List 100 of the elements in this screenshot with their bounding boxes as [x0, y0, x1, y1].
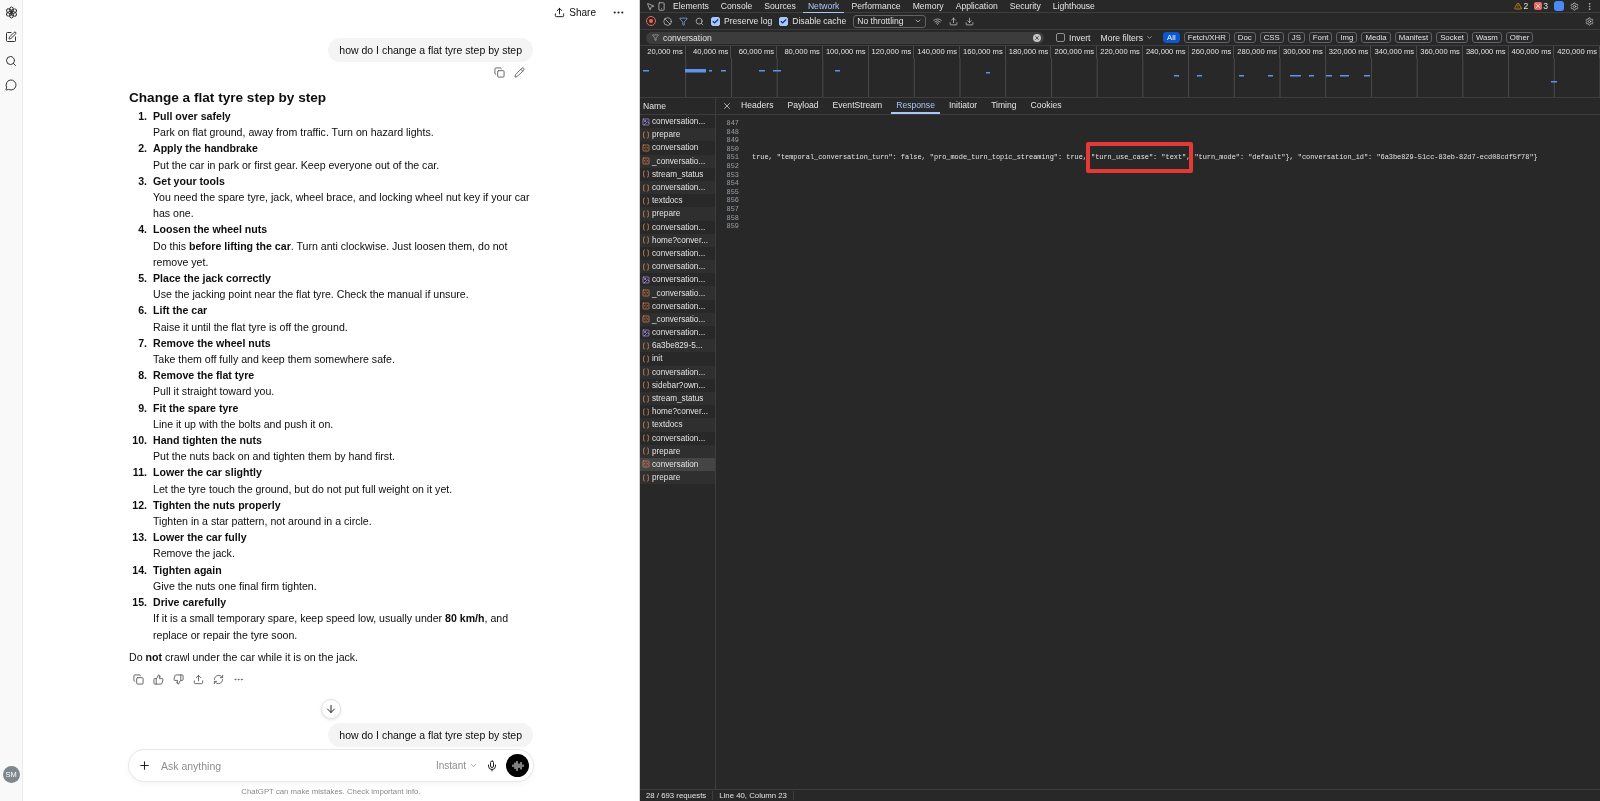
braces-icon	[642, 262, 650, 271]
model-selector[interactable]: Instant	[435, 760, 478, 771]
user-message: how do I change a flat tyre step by step	[328, 723, 533, 747]
message-input[interactable]: Ask anything	[159, 758, 428, 773]
request-row[interactable]: prepare	[640, 471, 715, 485]
request-row[interactable]: prepare	[640, 207, 715, 221]
step-text: Take them off fully and keep them somewhere safe.	[153, 352, 396, 368]
panel-tab[interactable]: Performance	[846, 0, 906, 13]
request-row[interactable]: prepare	[640, 128, 715, 142]
step-title: Remove the wheel nuts	[153, 335, 272, 351]
detail-tab[interactable]: Response	[891, 98, 940, 114]
step-text: Park on flat ground, away from traffic. Turn on hazard lights.	[153, 125, 435, 141]
step-text: Do this before lifting the car. Turn anti clockwise. Just loosen them, do not remove yet.	[153, 238, 509, 270]
edit-icon[interactable]	[514, 67, 525, 78]
inspect-icon[interactable]	[646, 1, 655, 11]
logo-icon[interactable]	[4, 6, 18, 19]
request-row[interactable]: 6a3be829-5...	[640, 339, 715, 353]
filter-input[interactable]: conversation	[663, 32, 1029, 43]
share-icon	[554, 6, 566, 18]
step-title: Tighten the nuts properly	[153, 497, 282, 513]
panel-tab[interactable]: Application	[950, 0, 1003, 13]
braces-icon	[642, 394, 650, 403]
stream-icon	[642, 289, 650, 298]
step-number: 10.	[131, 433, 147, 449]
request-row[interactable]: _conversatio...	[640, 286, 715, 300]
chat-bubble-icon[interactable]	[5, 79, 17, 91]
search-icon[interactable]	[695, 16, 704, 26]
answer-heading: Change a flat tyre step by step	[129, 90, 328, 105]
share-icon[interactable]	[193, 673, 204, 685]
step-text: You need the spare tyre, jack, wheel brace, and locking wheel nut key if your car has one.	[153, 190, 531, 222]
checkbox-label: Disable cache	[792, 16, 847, 26]
upload-icon[interactable]	[948, 16, 958, 26]
request-row[interactable]: conversation...	[640, 260, 715, 274]
chevron-down-icon	[1146, 34, 1153, 41]
filter-icon[interactable]	[679, 16, 688, 26]
document-icon	[642, 275, 650, 284]
more-filters-button[interactable]: More filters	[1094, 32, 1159, 43]
panel-tab[interactable]: Lighthouse	[1047, 0, 1100, 13]
braces-icon	[642, 170, 650, 179]
panel-tab[interactable]: Network	[802, 0, 845, 13]
step-text: Use the jacking point near the flat tyre. Check the manual if unsure.	[153, 287, 470, 303]
close-icon[interactable]	[722, 101, 732, 111]
step-number: 14.	[131, 562, 147, 578]
download-icon[interactable]	[964, 16, 974, 26]
device-icon[interactable]	[657, 1, 666, 11]
step-title: Hand tighten the nuts	[153, 433, 263, 449]
detail-tab[interactable]: Headers	[736, 98, 779, 114]
copy-icon[interactable]	[494, 67, 505, 78]
checkbox-label: Preserve log	[724, 16, 773, 26]
throttling-select[interactable]: No throttling	[853, 14, 926, 28]
step-number: 9.	[137, 400, 147, 416]
stream-icon	[642, 143, 650, 152]
step-title: Tighten again	[153, 562, 223, 578]
search-icon[interactable]	[5, 55, 17, 67]
detail-tab[interactable]: EventStream	[827, 98, 888, 114]
checkbox-label: Invert	[1069, 32, 1091, 43]
scroll-down-button[interactable]	[321, 699, 341, 719]
step-title: Lower the car slightly	[153, 465, 263, 481]
panel-tab[interactable]: Memory	[907, 0, 949, 13]
settings-icon[interactable]	[1570, 1, 1579, 11]
plus-icon[interactable]	[138, 759, 151, 772]
step-title: Remove the flat tyre	[153, 368, 256, 384]
detail-tab[interactable]: Payload	[782, 98, 824, 114]
step-text: Tighten in a star pattern, not around in a circle.	[153, 514, 373, 530]
arrow-down-icon	[325, 703, 337, 715]
warning-count[interactable]: 2	[1514, 1, 1529, 11]
filter-field[interactable]: conversation	[646, 31, 1044, 44]
checkbox[interactable]	[711, 16, 720, 26]
clear-icon[interactable]	[1033, 33, 1041, 42]
detail-tab[interactable]: Timing	[986, 98, 1022, 114]
step-title: Fit the spare tyre	[153, 400, 240, 416]
voice-button[interactable]	[506, 754, 529, 777]
step-number: 5.	[137, 271, 147, 287]
thumbs-down-icon[interactable]	[173, 673, 184, 685]
step-title: Place the jack correctly	[153, 271, 272, 287]
wifi-icon[interactable]	[932, 16, 942, 26]
regenerate-icon[interactable]	[213, 673, 224, 685]
braces-icon	[642, 209, 650, 218]
detail-tab[interactable]: Cookies	[1025, 98, 1067, 114]
step-text: Let the tyre touch the ground, but do not put full weight on it yet.	[153, 481, 454, 497]
copy-icon[interactable]	[133, 673, 144, 685]
microphone-icon[interactable]	[486, 759, 498, 772]
checkbox[interactable]	[779, 16, 789, 26]
request-row[interactable]: textdocs	[640, 418, 715, 432]
checkbox[interactable]	[1056, 33, 1065, 42]
thumbs-up-icon[interactable]	[153, 673, 164, 685]
braces-icon	[642, 249, 650, 258]
panel-tab[interactable]: Elements	[668, 0, 714, 13]
share-button[interactable]: Share	[550, 4, 600, 20]
panel-tab[interactable]: Security	[1004, 0, 1046, 13]
more-icon[interactable]	[1585, 1, 1594, 11]
panel-tab[interactable]: Console	[715, 0, 758, 13]
panel-tab[interactable]: Sources	[759, 0, 801, 13]
step-text: Pull it straight toward you.	[153, 384, 276, 400]
detail-tab[interactable]: Initiator	[943, 98, 983, 114]
extension-icon[interactable]	[1554, 1, 1564, 11]
settings-icon[interactable]	[1585, 16, 1594, 26]
step-number: 12.	[131, 497, 147, 513]
clear-icon[interactable]	[663, 16, 672, 26]
new-chat-icon[interactable]	[5, 31, 17, 43]
